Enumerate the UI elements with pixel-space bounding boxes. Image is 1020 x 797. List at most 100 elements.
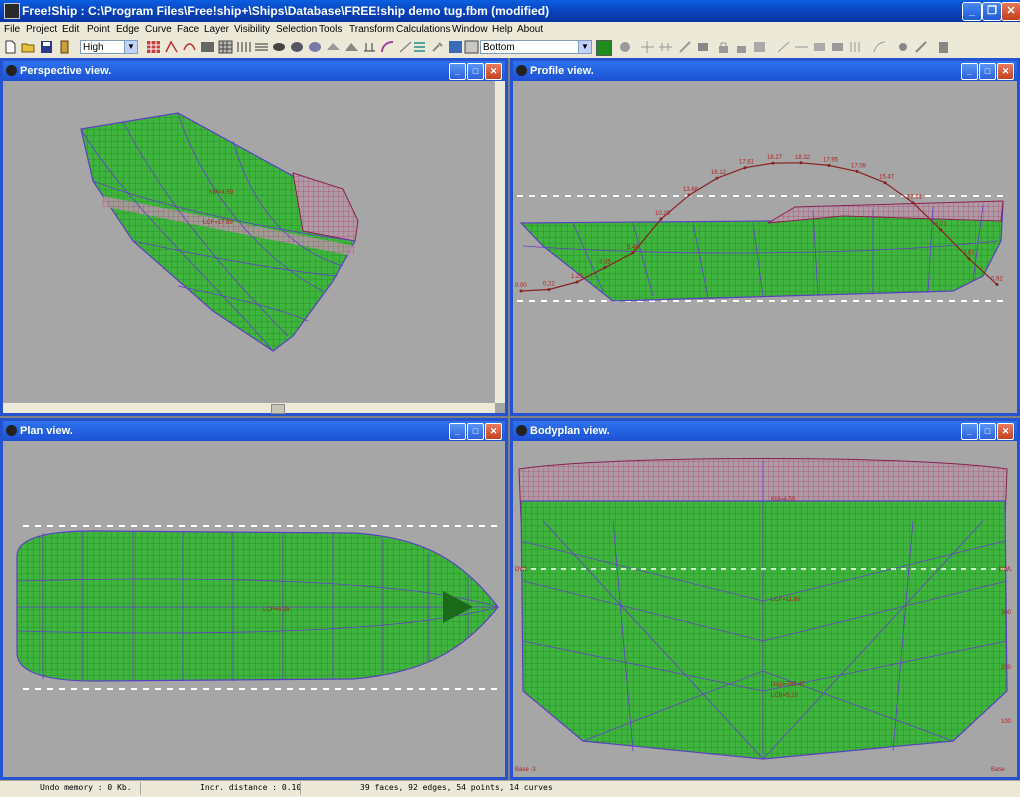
delete-icon[interactable] bbox=[936, 40, 951, 54]
lock-icon[interactable] bbox=[716, 40, 731, 54]
menu-about[interactable]: About bbox=[517, 24, 543, 35]
hand-icon[interactable] bbox=[618, 40, 633, 54]
horizontal-scrollbar[interactable] bbox=[3, 402, 495, 414]
control-net-icon[interactable] bbox=[146, 40, 161, 54]
align-icon[interactable] bbox=[658, 40, 673, 54]
close-button[interactable]: ✕ bbox=[997, 423, 1014, 440]
disp-label: Disp=765.47 bbox=[771, 682, 806, 688]
menu-file[interactable]: File bbox=[4, 24, 20, 35]
view-icon bbox=[6, 425, 17, 436]
perspective-hull-render[interactable]: KM=4.59 LCF=17.89 bbox=[3, 81, 495, 401]
menu-window[interactable]: Window bbox=[452, 24, 488, 35]
curve-icon[interactable] bbox=[398, 40, 413, 54]
close-button[interactable]: ✕ bbox=[485, 63, 502, 80]
unlock-icon[interactable] bbox=[734, 40, 749, 54]
window-title: Free!Ship : C:\Program Files\Free!ship+\… bbox=[22, 4, 550, 18]
menu-calculations[interactable]: Calculations bbox=[396, 24, 450, 35]
add-curve-icon[interactable] bbox=[872, 40, 887, 54]
new-face-icon[interactable] bbox=[812, 40, 827, 54]
menu-curve[interactable]: Curve bbox=[145, 24, 172, 35]
restore-button[interactable]: ❐ bbox=[982, 2, 1002, 21]
vertical-scrollbar[interactable] bbox=[494, 81, 505, 403]
hydrostatics-icon[interactable] bbox=[308, 40, 323, 54]
diagonals-icon[interactable] bbox=[290, 40, 305, 54]
close-button[interactable]: ✕ bbox=[485, 423, 502, 440]
split-icon[interactable] bbox=[794, 40, 809, 54]
interior-edges-icon[interactable] bbox=[164, 40, 179, 54]
profile-curve-point bbox=[883, 181, 887, 185]
buttocks-icon[interactable] bbox=[254, 40, 269, 54]
crease-icon[interactable] bbox=[776, 40, 791, 54]
scale-label-200: 200 bbox=[1001, 665, 1012, 671]
flowlines-icon[interactable] bbox=[200, 40, 215, 54]
profile-curve-point bbox=[911, 201, 915, 205]
menu-transform[interactable]: Transform bbox=[349, 24, 394, 35]
maximize-button[interactable]: □ bbox=[979, 423, 996, 440]
minimize-button[interactable]: _ bbox=[962, 2, 982, 21]
view-select[interactable]: Bottom ▼ bbox=[480, 40, 592, 54]
plan-hull-render[interactable]: LCF=5.25 bbox=[3, 441, 505, 777]
markers-icon[interactable] bbox=[362, 40, 377, 54]
layer-faces-icon[interactable] bbox=[830, 40, 845, 54]
menu-tools[interactable]: Tools bbox=[319, 24, 342, 35]
tools-icon[interactable] bbox=[914, 40, 929, 54]
color-palette-icon[interactable] bbox=[448, 40, 463, 54]
bodyplan-view-window[interactable]: Bodyplan view. _ □ ✕ KM=4.59 LCF=11.89 D… bbox=[510, 418, 1020, 780]
insert-point-icon[interactable] bbox=[696, 40, 711, 54]
scrollbar-thumb[interactable] bbox=[271, 404, 285, 414]
flip-icon[interactable] bbox=[848, 40, 863, 54]
waterlines-icon[interactable] bbox=[272, 40, 287, 54]
wrench-icon[interactable] bbox=[430, 40, 445, 54]
minimize-button[interactable]: _ bbox=[961, 423, 978, 440]
plan-view-window[interactable]: Plan view. _ □ ✕ LCF=5.25 bbox=[0, 418, 508, 780]
bodyplan-viewport[interactable]: KM=4.59 LCF=11.89 Disp=765.47 LCB=5.25 B… bbox=[513, 441, 1017, 777]
stations-icon[interactable] bbox=[236, 40, 251, 54]
menu-point[interactable]: Point bbox=[87, 24, 110, 35]
profile-curve-label: 12.61 bbox=[907, 195, 923, 201]
shade-gaussian-icon[interactable] bbox=[344, 40, 359, 54]
new-file-icon[interactable] bbox=[3, 40, 18, 54]
menu-selection[interactable]: Selection bbox=[276, 24, 317, 35]
dwl-right-label: DWL bbox=[999, 567, 1013, 573]
profile-curve-label: 1.29 bbox=[571, 274, 583, 280]
perspective-view-window[interactable]: Perspective view. _ □ ✕ KM=4.59 LCF=17.8… bbox=[0, 58, 508, 416]
show-curvature-icon[interactable] bbox=[182, 40, 197, 54]
profile-hull-render[interactable]: 0.00 0.22 1.29 3.35 5.46 10.29 13.68 16.12 17.61… bbox=[513, 81, 1017, 413]
menu-help[interactable]: Help bbox=[492, 24, 513, 35]
maximize-button[interactable]: □ bbox=[467, 63, 484, 80]
plan-viewport[interactable]: LCF=5.25 bbox=[3, 441, 505, 777]
extrude-icon[interactable] bbox=[678, 40, 693, 54]
close-button[interactable]: ✕ bbox=[997, 63, 1014, 80]
shade-icon[interactable] bbox=[326, 40, 341, 54]
perspective-viewport[interactable]: KM=4.59 LCF=17.89 bbox=[3, 81, 495, 403]
precision-select[interactable]: High ▼ bbox=[80, 40, 138, 54]
menu-project[interactable]: Project bbox=[26, 24, 57, 35]
fill-grid-icon[interactable] bbox=[464, 40, 479, 54]
exit-door-icon[interactable] bbox=[57, 40, 72, 54]
minimize-button[interactable]: _ bbox=[449, 423, 466, 440]
minimize-button[interactable]: _ bbox=[961, 63, 978, 80]
close-button[interactable]: ✕ bbox=[1001, 2, 1020, 21]
menu-edge[interactable]: Edge bbox=[116, 24, 139, 35]
collapse-icon[interactable] bbox=[752, 40, 767, 54]
menu-face[interactable]: Face bbox=[177, 24, 199, 35]
crosshair-icon[interactable] bbox=[640, 40, 655, 54]
menu-edit[interactable]: Edit bbox=[62, 24, 79, 35]
maximize-button[interactable]: □ bbox=[979, 63, 996, 80]
profile-view-window[interactable]: Profile view. _ □ ✕ 0.00 0.22 1.29 3.35 … bbox=[510, 58, 1020, 416]
open-folder-icon[interactable] bbox=[21, 40, 36, 54]
menu-visibility[interactable]: Visibility bbox=[234, 24, 270, 35]
bodyplan-hull-render[interactable]: KM=4.59 LCF=11.89 Disp=765.47 LCB=5.25 B… bbox=[513, 441, 1017, 777]
mirror-icon[interactable] bbox=[412, 40, 427, 54]
layer-color-swatch[interactable] bbox=[596, 40, 612, 56]
develop-plates-icon[interactable] bbox=[380, 40, 395, 54]
save-icon[interactable] bbox=[39, 40, 54, 54]
minimize-button[interactable]: _ bbox=[449, 63, 466, 80]
menu-layer[interactable]: Layer bbox=[204, 24, 229, 35]
app-icon bbox=[4, 3, 20, 19]
profile-viewport[interactable]: 0.00 0.22 1.29 3.35 5.46 10.29 13.68 16.12 17.61… bbox=[513, 81, 1017, 413]
settings-gear-icon[interactable] bbox=[896, 40, 911, 54]
maximize-button[interactable]: □ bbox=[467, 423, 484, 440]
grid-icon[interactable] bbox=[218, 40, 233, 54]
profile-curve-point bbox=[939, 228, 943, 232]
